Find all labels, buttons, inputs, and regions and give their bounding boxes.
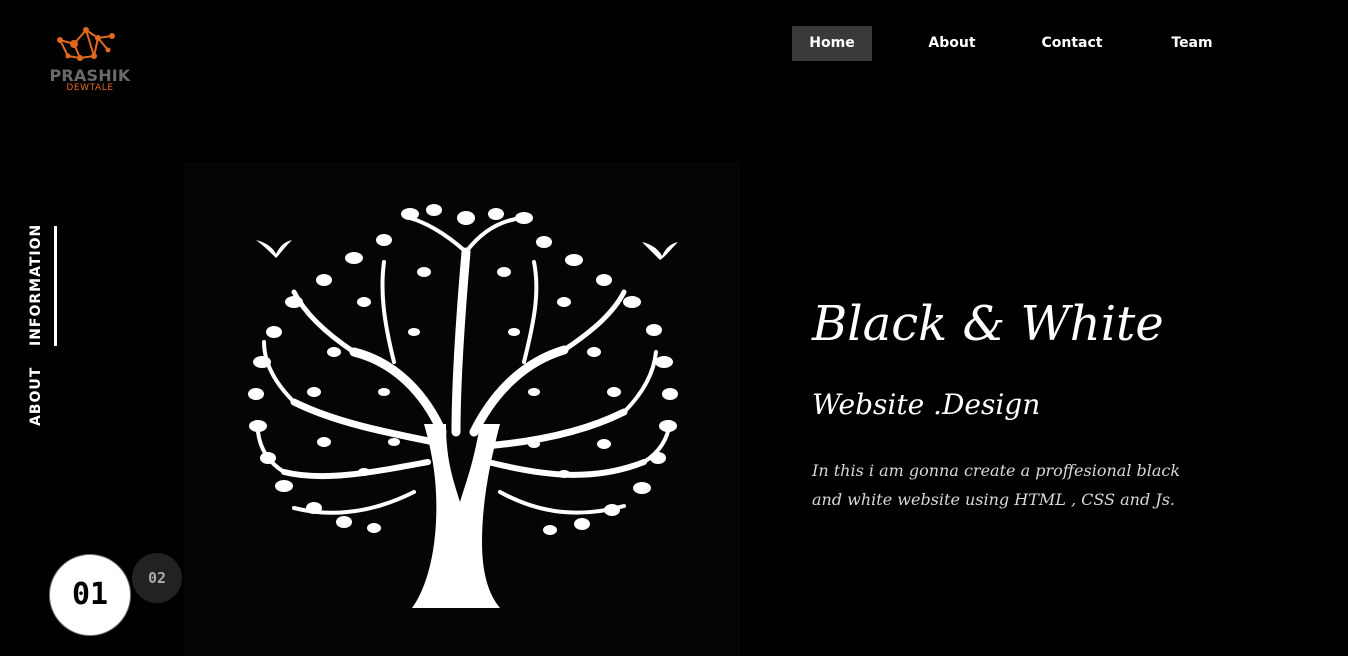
page: PRASHIK DEWTALE Home About Contact Team … [0,0,1348,656]
slide-button-current[interactable]: 01 [49,554,131,636]
side-tabs: INFORMATION ABOUT [22,222,62,432]
nav-about[interactable]: About [912,26,992,61]
active-tab-indicator [54,226,57,346]
logo[interactable]: PRASHIK DEWTALE [38,26,138,98]
nav-team[interactable]: Team [1152,26,1232,61]
logo-subtitle: DEWTALE [66,83,114,93]
tree-image [184,162,740,656]
tree-illustration-icon [248,204,678,608]
hero-description: In this i am gonna create a proffesional… [812,461,1181,509]
slide-button-next[interactable]: 02 [132,553,182,603]
nav-home[interactable]: Home [792,26,872,61]
main-nav: Home About Contact Team [792,26,1272,61]
network-logo-icon [57,27,115,61]
nav-contact[interactable]: Contact [1032,26,1112,61]
side-tab-information[interactable]: INFORMATION [28,224,44,346]
hero-title: Black & White [812,296,1164,352]
side-tab-about[interactable]: ABOUT [28,367,44,426]
hero-subtitle: Website .Design [812,388,1041,421]
